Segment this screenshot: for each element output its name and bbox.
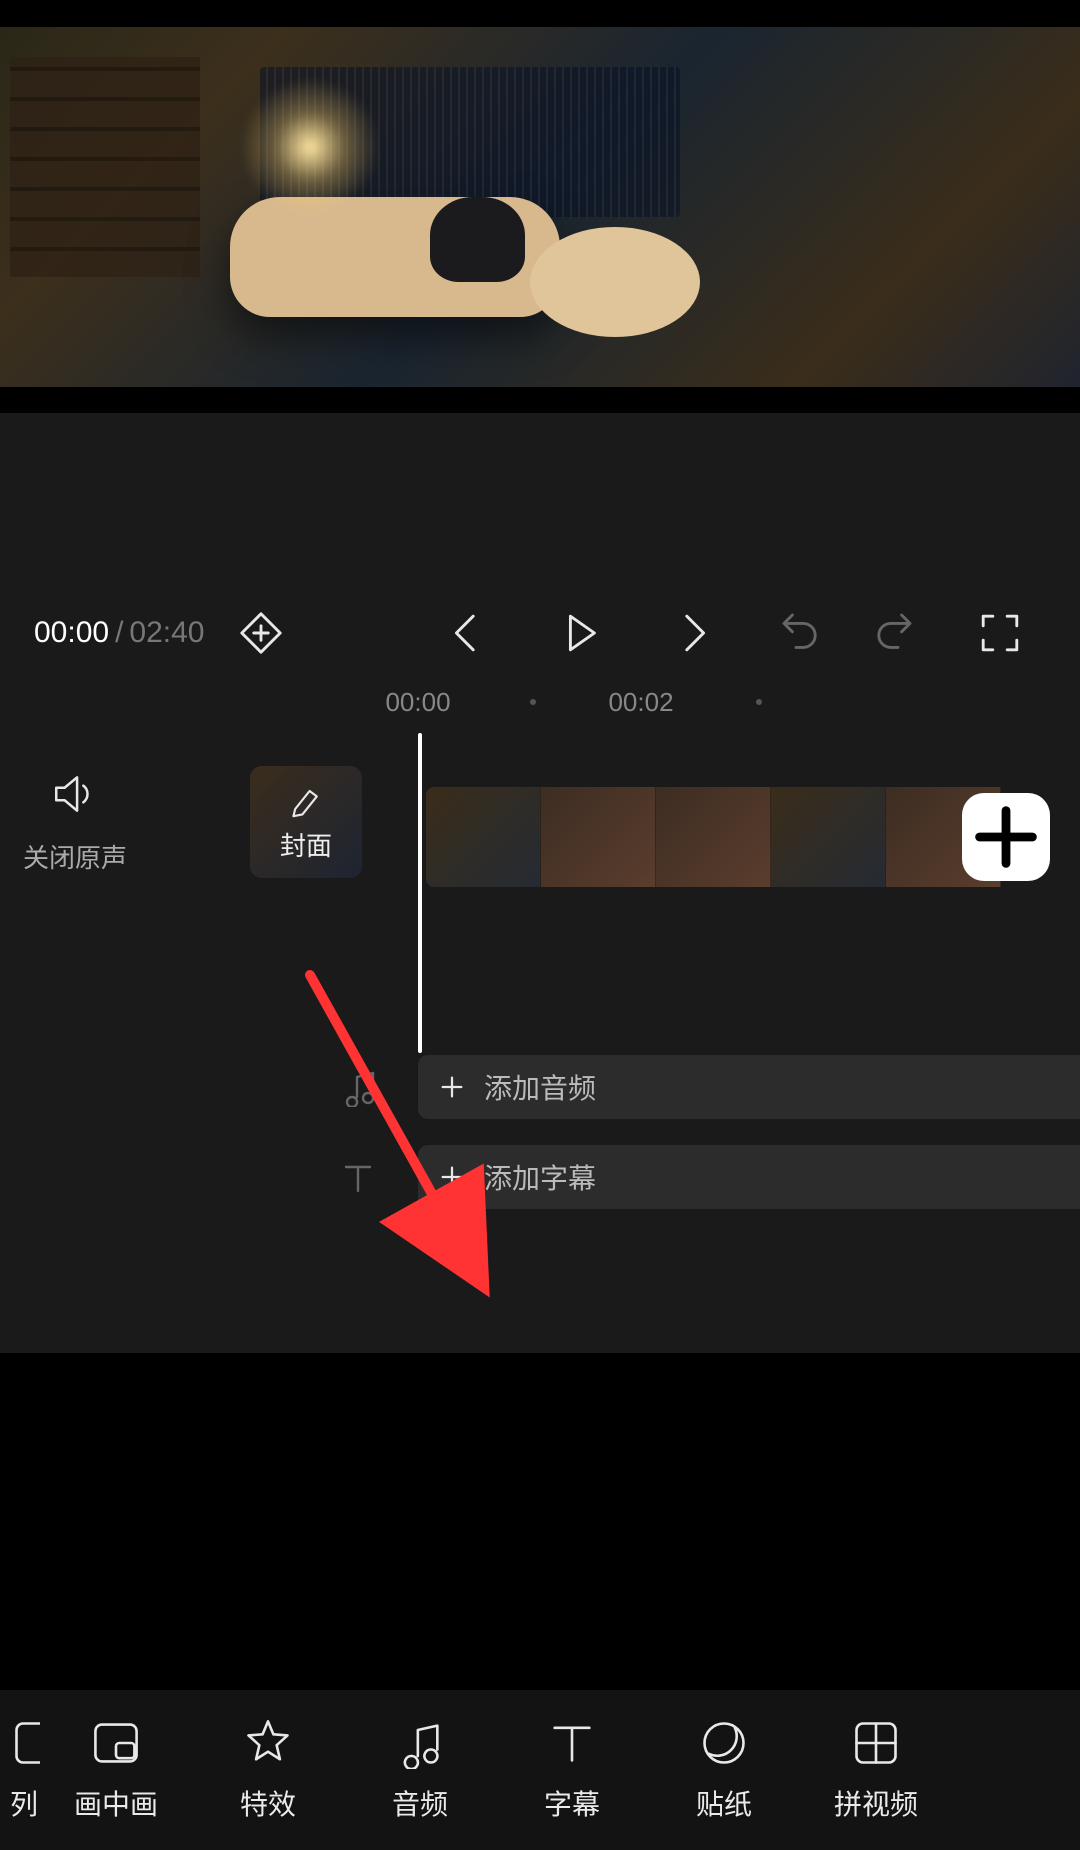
next-button[interactable]: [670, 609, 718, 657]
text-icon: [0, 1157, 418, 1197]
add-clip-button[interactable]: [962, 793, 1050, 881]
time-display: 00:00/02:40: [34, 616, 205, 650]
preview-frame: [0, 27, 1080, 387]
time-ruler[interactable]: 00:00 00:02: [0, 673, 1080, 733]
tool-sticker[interactable]: 贴纸: [648, 1717, 800, 1823]
mute-original-button[interactable]: 关闭原声: [0, 769, 150, 875]
cover-button[interactable]: 封面: [250, 766, 362, 878]
ruler-tick: 00:00: [385, 687, 450, 718]
total-duration: 02:40: [129, 616, 204, 649]
bottom-toolbar: 列 画中画 特效 音频 字幕 贴纸 拼视频: [0, 1690, 1080, 1850]
tool-partial[interactable]: 列: [10, 1717, 40, 1823]
add-audio-button[interactable]: 添加音频: [418, 1055, 1080, 1119]
timeline[interactable]: 关闭原声 封面 添加音频 添加字幕: [0, 733, 1080, 1353]
tool-collage[interactable]: 拼视频: [800, 1717, 952, 1823]
prev-button[interactable]: [442, 609, 490, 657]
current-time: 00:00: [34, 616, 109, 649]
video-preview[interactable]: [0, 0, 1080, 413]
undo-button[interactable]: [772, 609, 820, 657]
redo-button[interactable]: [874, 609, 922, 657]
ruler-tick: 00:02: [608, 687, 673, 718]
subtitle-lane: 添加字幕: [0, 1141, 1080, 1213]
playback-controls: 00:00/02:40: [0, 593, 1080, 673]
fullscreen-button[interactable]: [976, 609, 1024, 657]
add-subtitle-button[interactable]: 添加字幕: [418, 1145, 1080, 1209]
tool-audio[interactable]: 音频: [344, 1717, 496, 1823]
playhead[interactable]: [418, 733, 422, 1053]
tool-effects[interactable]: 特效: [192, 1717, 344, 1823]
spacer: [0, 413, 1080, 593]
play-button[interactable]: [556, 609, 604, 657]
tool-pip[interactable]: 画中画: [40, 1717, 192, 1823]
music-icon: [0, 1067, 418, 1107]
tool-subtitle[interactable]: 字幕: [496, 1717, 648, 1823]
keyframe-button[interactable]: [237, 609, 285, 657]
audio-lane: 添加音频: [0, 1051, 1080, 1123]
